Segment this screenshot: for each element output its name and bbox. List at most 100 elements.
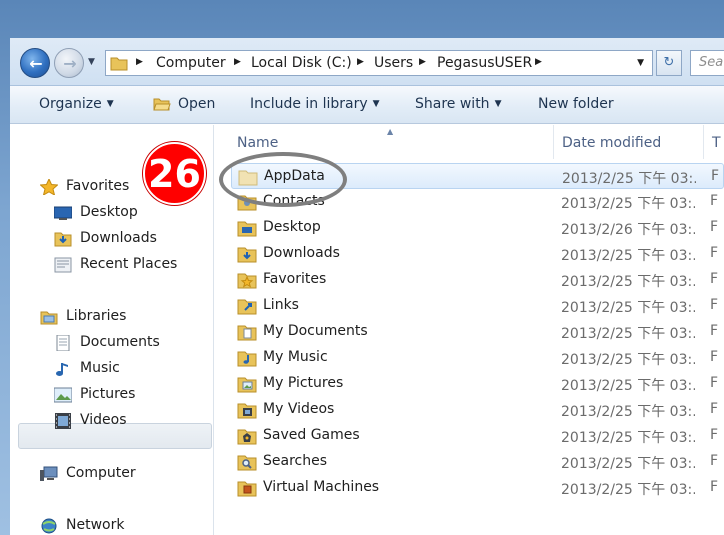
column-header-type[interactable]: T <box>712 135 721 151</box>
command-bar: Organize ▼ Open Include in library ▼ Share… <box>10 86 724 124</box>
breadcrumb-separator-icon[interactable]: ▶ <box>357 57 364 67</box>
breadcrumb-separator-icon[interactable]: ▶ <box>535 57 542 67</box>
pictures-icon <box>54 387 72 403</box>
file-name: Links <box>263 297 299 313</box>
searches-folder-icon <box>237 455 257 471</box>
file-date-modified: 2013/2/25 下午 03:... <box>561 378 695 394</box>
organize-label: Organize <box>39 96 102 112</box>
file-type: F <box>710 323 719 339</box>
file-type: F <box>710 297 719 313</box>
address-bar[interactable]: ▶ Computer ▶ Local Disk (C:) ▶ Users ▶ P… <box>105 50 653 76</box>
file-type: F <box>711 168 720 184</box>
file-type: F <box>710 401 719 417</box>
file-name: Saved Games <box>263 427 360 443</box>
downloads-folder-icon <box>237 247 257 263</box>
file-row[interactable]: Saved Games 2013/2/25 下午 03:... F <box>231 423 724 449</box>
file-date-modified: 2013/2/25 下午 03:... <box>561 326 695 342</box>
file-name: My Documents <box>263 323 368 339</box>
documents-folder-icon <box>237 325 257 341</box>
breadcrumb-computer[interactable]: Computer <box>156 55 226 71</box>
file-type: F <box>710 375 719 391</box>
file-type: F <box>710 271 719 287</box>
file-row[interactable]: My Videos 2013/2/25 下午 03:... F <box>231 397 724 423</box>
sort-ascending-icon: ▲ <box>387 127 394 136</box>
highlight-ring <box>219 152 347 207</box>
chevron-down-icon: ▼ <box>106 99 114 109</box>
file-row[interactable]: Virtual Machines 2013/2/25 下午 03:... F <box>231 475 724 501</box>
file-date-modified: 2013/2/25 下午 03:... <box>561 248 695 264</box>
file-row[interactable]: My Pictures 2013/2/25 下午 03:... F <box>231 371 724 397</box>
file-date-modified: 2013/2/25 下午 03:... <box>561 456 695 472</box>
search-input[interactable]: Sea <box>690 50 724 76</box>
nav-item-label: Pictures <box>80 386 136 402</box>
address-row: ← → ▼ ▶ Computer ▶ Local Disk (C:) ▶ Use… <box>10 38 724 86</box>
share-with-label: Share with <box>415 96 490 112</box>
file-type: F <box>710 245 719 261</box>
music-icon <box>56 363 68 376</box>
file-name: My Music <box>263 349 328 365</box>
file-name: Favorites <box>263 271 327 287</box>
file-row[interactable]: Favorites 2013/2/25 下午 03:... F <box>231 267 724 293</box>
breadcrumb-separator-icon[interactable]: ▶ <box>234 57 241 67</box>
nav-item-label: Downloads <box>80 230 157 246</box>
back-button[interactable]: ← <box>20 48 50 78</box>
folder-icon <box>110 57 128 71</box>
chevron-down-icon: ▼ <box>372 99 380 109</box>
column-header-name[interactable]: Name <box>237 135 278 151</box>
file-name: Desktop <box>263 219 321 235</box>
libraries-icon <box>40 311 58 325</box>
desktop-folder-icon <box>237 221 257 237</box>
column-header-date-modified[interactable]: Date modified <box>562 135 661 151</box>
file-row[interactable]: My Music 2013/2/25 下午 03:... F <box>231 345 724 371</box>
file-name: My Pictures <box>263 375 344 391</box>
chevron-down-icon: ▼ <box>494 99 502 109</box>
file-row[interactable]: Desktop 2013/2/26 下午 03:... F <box>231 215 724 241</box>
file-name: My Videos <box>263 401 335 417</box>
nav-network-label: Network <box>66 517 125 533</box>
file-type: F <box>710 219 719 235</box>
nav-item-label: Documents <box>80 334 160 350</box>
file-name: Searches <box>263 453 328 469</box>
nav-item-label: Videos <box>80 412 127 428</box>
file-row[interactable]: Searches 2013/2/25 下午 03:... F <box>231 449 724 475</box>
new-folder-button[interactable]: New folder <box>538 96 614 112</box>
recent-pages-dropdown[interactable]: ▼ <box>88 57 95 67</box>
breadcrumb-pegasususer[interactable]: PegasusUSER <box>437 55 532 71</box>
forward-button[interactable]: → <box>54 48 84 78</box>
open-button[interactable]: Open <box>178 96 215 112</box>
downloads-icon <box>54 232 72 247</box>
explorer-window: ← → ▼ ▶ Computer ▶ Local Disk (C:) ▶ Use… <box>10 38 724 535</box>
nav-favorites-label: Favorites <box>66 178 130 194</box>
refresh-button[interactable]: ↻ <box>656 50 682 76</box>
back-arrow-icon: ← <box>29 54 43 73</box>
file-date-modified: 2013/2/25 下午 03:... <box>562 171 696 187</box>
breadcrumb-users[interactable]: Users <box>374 55 413 71</box>
file-date-modified: 2013/2/25 下午 03:... <box>561 404 695 420</box>
file-name: Virtual Machines <box>263 479 380 495</box>
star-icon <box>40 179 58 195</box>
breadcrumb-separator-icon[interactable]: ▶ <box>136 57 143 67</box>
file-row[interactable]: My Documents 2013/2/25 下午 03:... F <box>231 319 724 345</box>
folder-icon <box>237 481 257 497</box>
address-dropdown-icon[interactable]: ▼ <box>637 58 644 68</box>
column-divider[interactable] <box>553 125 554 159</box>
file-type: F <box>710 427 719 443</box>
file-date-modified: 2013/2/25 下午 03:... <box>561 196 695 212</box>
column-divider[interactable] <box>703 125 704 159</box>
share-with-button[interactable]: Share with ▼ <box>415 96 501 112</box>
include-in-library-button[interactable]: Include in library ▼ <box>250 96 380 112</box>
links-folder-icon <box>237 299 257 315</box>
file-row[interactable]: Links 2013/2/25 下午 03:... F <box>231 293 724 319</box>
nav-item-label: Recent Places <box>80 256 178 272</box>
pictures-folder-icon <box>237 377 257 393</box>
desktop-icon <box>54 206 72 220</box>
breadcrumb-local-disk[interactable]: Local Disk (C:) <box>251 55 352 71</box>
open-folder-icon <box>153 98 171 111</box>
include-in-library-label: Include in library <box>250 96 368 112</box>
nav-computer-label: Computer <box>66 465 136 481</box>
organize-button[interactable]: Organize ▼ <box>39 96 114 112</box>
favorites-folder-icon <box>237 273 257 289</box>
file-row[interactable]: Downloads 2013/2/25 下午 03:... F <box>231 241 724 267</box>
breadcrumb-separator-icon[interactable]: ▶ <box>419 57 426 67</box>
file-date-modified: 2013/2/25 下午 03:... <box>561 430 695 446</box>
